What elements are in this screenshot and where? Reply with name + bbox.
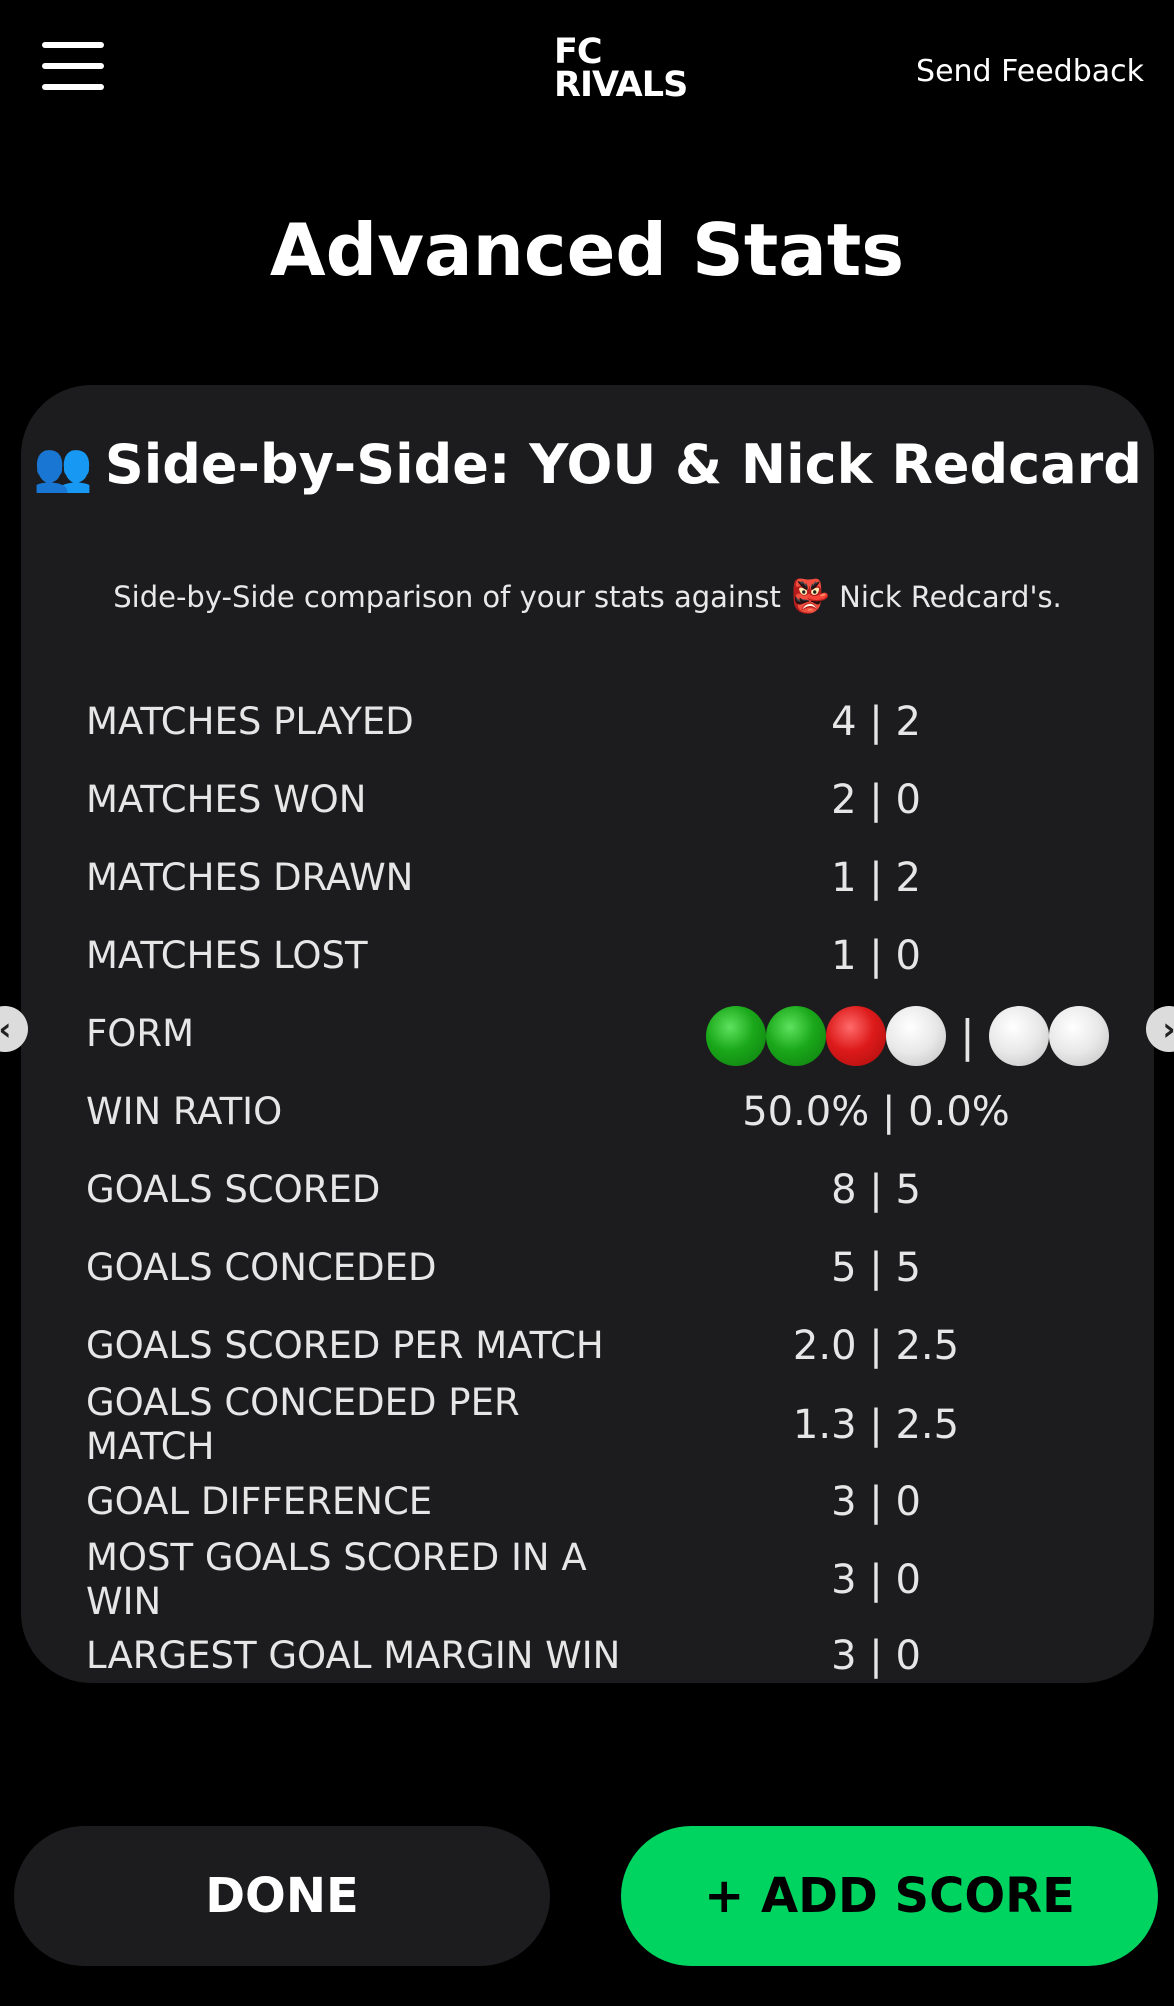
menu-line bbox=[42, 63, 104, 69]
description-text-end: Nick Redcard's. bbox=[829, 580, 1062, 614]
two-people-icon: 👥 bbox=[33, 439, 93, 495]
form-indicator: | bbox=[706, 1006, 1109, 1066]
stat-label: MOST GOALS SCORED IN A WIN bbox=[86, 1536, 587, 1623]
stat-value: 3 | 0 bbox=[831, 1479, 921, 1525]
stat-value: 4 | 2 bbox=[831, 699, 921, 745]
app-logo[interactable]: FC RIVALS bbox=[554, 35, 714, 105]
form-win-dot bbox=[706, 1006, 766, 1066]
card-title: 👥 Side-by-Side: YOU & Nick Redcard bbox=[21, 433, 1154, 496]
stat-label: GOALS SCORED PER MATCH bbox=[86, 1324, 604, 1367]
description-text-start: Side-by-Side comparison of your stats ag… bbox=[113, 580, 791, 614]
stat-value: 2.0 | 2.5 bbox=[792, 1323, 960, 1369]
menu-line bbox=[42, 42, 104, 48]
stat-value: 2 | 0 bbox=[831, 777, 921, 823]
form-win-dot bbox=[766, 1006, 826, 1066]
stat-label: MATCHES PLAYED bbox=[86, 700, 414, 743]
stat-value: 1 | 2 bbox=[831, 855, 921, 901]
add-score-button[interactable]: + ADD SCORE bbox=[621, 1826, 1158, 1966]
menu-line bbox=[42, 84, 104, 90]
page-title: Advanced Stats bbox=[269, 208, 905, 292]
done-button[interactable]: DONE bbox=[14, 1826, 550, 1966]
logo-line-2: RIVALS bbox=[554, 65, 688, 105]
stat-label: MATCHES WON bbox=[86, 778, 367, 821]
top-bar: FC RIVALS Send Feedback bbox=[0, 0, 1174, 150]
stat-label: MATCHES LOST bbox=[86, 934, 368, 977]
stat-label: WIN RATIO bbox=[86, 1090, 283, 1133]
stat-value: 8 | 5 bbox=[831, 1167, 921, 1213]
stat-label: FORM bbox=[86, 1012, 195, 1055]
stat-value: 50.0% | 0.0% bbox=[742, 1089, 1010, 1135]
goblin-mask-icon: 👺 bbox=[790, 577, 830, 615]
stat-label: MATCHES DRAWN bbox=[86, 856, 414, 899]
stat-label: GOALS CONCEDED bbox=[86, 1246, 437, 1289]
stat-label: LARGEST GOAL MARGIN WIN bbox=[86, 1634, 621, 1677]
side-by-side-card: 👥 Side-by-Side: YOU & Nick Redcard Side-b… bbox=[21, 385, 1154, 1683]
stat-value: 1 | 0 bbox=[831, 933, 921, 979]
card-description: Side-by-Side comparison of your stats ag… bbox=[21, 577, 1154, 615]
stat-value: 3 | 0 bbox=[831, 1633, 921, 1679]
stat-label: GOALS SCORED bbox=[86, 1168, 381, 1211]
stat-value: 1.3 | 2.5 bbox=[792, 1402, 960, 1448]
hamburger-menu-icon[interactable] bbox=[40, 38, 108, 98]
form-loss-dot bbox=[826, 1006, 886, 1066]
form-empty-dot bbox=[886, 1006, 946, 1066]
form-separator: | bbox=[960, 1010, 975, 1062]
stat-value: 3 | 0 bbox=[831, 1557, 921, 1603]
form-empty-dot bbox=[988, 1006, 1049, 1066]
form-empty-dot bbox=[1048, 1006, 1109, 1066]
send-feedback-link[interactable]: Send Feedback bbox=[916, 54, 1144, 89]
card-title-text: Side-by-Side: YOU & Nick Redcard bbox=[104, 433, 1142, 496]
stat-label: GOALS CONCEDED PER MATCH bbox=[86, 1381, 520, 1468]
stat-label: GOAL DIFFERENCE bbox=[86, 1480, 433, 1523]
stat-value: 5 | 5 bbox=[831, 1245, 921, 1291]
